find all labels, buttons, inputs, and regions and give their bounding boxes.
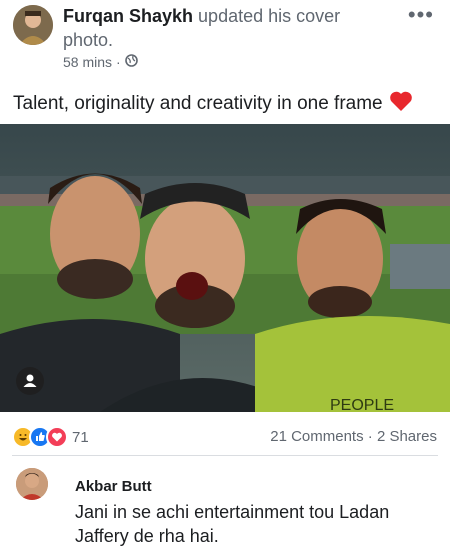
globe-icon	[124, 54, 138, 70]
reaction-count: 71	[72, 428, 89, 446]
stats-separator: ·	[367, 428, 373, 445]
post-header: Furqan Shaykh updated his cover photo.	[63, 4, 393, 52]
caption-text: Talent, originality and creativity in on…	[13, 93, 383, 114]
reactions-summary[interactable]: 71	[12, 426, 89, 448]
love-icon	[46, 426, 68, 448]
post-caption: Talent, originality and creativity in on…	[13, 90, 413, 118]
post-time[interactable]: 58 mins	[63, 54, 112, 70]
tag-person-icon[interactable]	[16, 367, 44, 395]
more-dots-icon[interactable]: •••	[408, 2, 434, 28]
meta-separator: ·	[116, 54, 121, 70]
engagement-stats: 21 Comments · 2 Shares	[270, 428, 437, 445]
divider	[12, 455, 438, 456]
comment-author[interactable]: Akbar Butt	[75, 478, 152, 495]
shares-count[interactable]: 2 Shares	[377, 428, 437, 445]
post-meta: 58 mins ·	[63, 54, 138, 70]
comment-text: Jani in se achi entertainment tou Ladan …	[75, 502, 390, 546]
red-heart-emoji	[389, 90, 413, 118]
comments-count[interactable]: 21 Comments	[270, 428, 363, 445]
shirt-text: PEOPLE	[330, 397, 394, 412]
post-author-name[interactable]: Furqan Shaykh	[63, 6, 193, 26]
profile-avatar[interactable]	[13, 5, 53, 45]
cover-photo[interactable]: PEOPLE	[0, 124, 450, 412]
commenter-avatar[interactable]	[16, 468, 48, 500]
